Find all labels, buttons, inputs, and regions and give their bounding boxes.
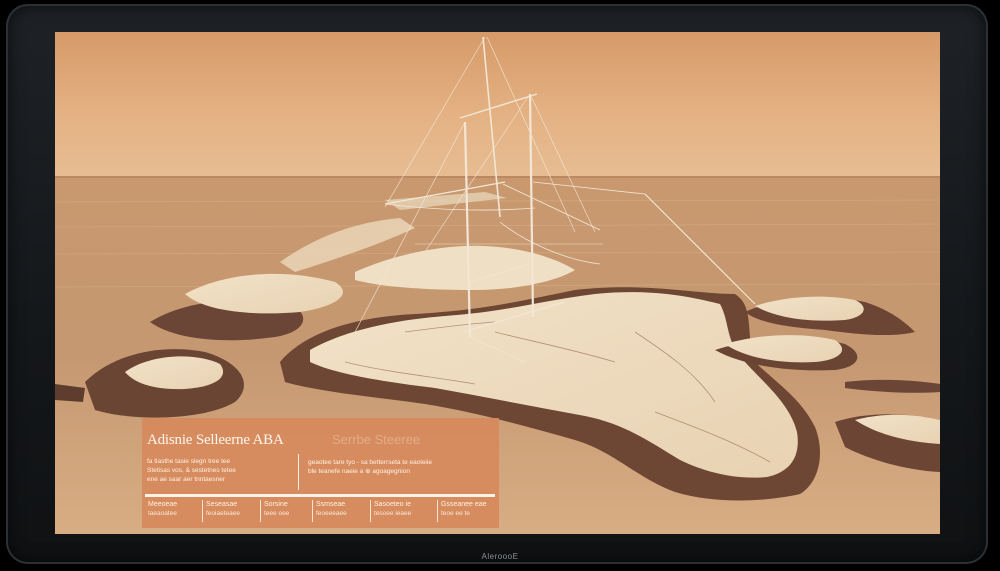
tab-item[interactable]: Sorsine teee oee xyxy=(260,500,312,522)
description-line: geaotee tare tyo - sa betterrseta te eao… xyxy=(308,459,432,466)
tab-label: Sorsine xyxy=(264,501,288,508)
description-line: fa tlasthe tasie slegn tree tee xyxy=(147,458,231,465)
tab-sublabel: feoeeeaee xyxy=(316,510,347,517)
tab-label: Seseasae xyxy=(206,501,238,508)
panel-description-left: fa tlasthe tasie slegn tree tee Stetisas… xyxy=(147,457,287,484)
device-brand-label: AleroooE xyxy=(481,552,519,561)
tab-sublabel: feoiaeteaee xyxy=(206,510,240,517)
description-line: ene ae saar aer tnntaesner xyxy=(147,476,226,483)
tab-item[interactable]: Seseasae feoiaeteaee xyxy=(202,500,260,522)
description-line: ble teanefe naeie a ⊕ agoagegnion xyxy=(308,468,410,475)
tab-label: Sasoeteo ie xyxy=(374,501,411,508)
panel-tabs: Meeoeae taeaoatee Seseasae feoiaeteaee S… xyxy=(145,500,495,522)
panel-faint-title: Serrbe Steeree xyxy=(332,432,421,447)
panel-horizontal-divider xyxy=(145,494,495,497)
tab-label: Gsseanee eae xyxy=(441,501,487,508)
tab-sublabel: tesoee ieaee xyxy=(374,510,412,517)
panel-description-right: geaotee tare tyo - sa betterrseta te eao… xyxy=(308,458,488,476)
tab-sublabel: teoe ee te xyxy=(441,510,470,517)
tab-label: Ssmseae xyxy=(316,501,346,508)
info-panel: Adisnie Selleerne ABA Serrbe Steeree fa … xyxy=(142,418,499,528)
sky xyxy=(55,32,940,178)
tab-item[interactable]: Gsseanee eae teoe ee te xyxy=(437,500,495,522)
tab-label: Meeoeae xyxy=(148,501,178,508)
tab-item[interactable]: Meeoeae taeaoatee xyxy=(145,500,202,522)
description-line: Stetisas vos, & sestetnes tetee xyxy=(147,467,236,474)
tab-sublabel: teee oee xyxy=(264,510,290,517)
tab-item[interactable]: Ssmseae feoeeeaee xyxy=(312,500,370,522)
panel-title: Adisnie Selleerne ABA xyxy=(147,432,284,448)
display-screen: Adisnie Selleerne ABA Serrbe Steeree fa … xyxy=(55,32,940,534)
tab-sublabel: taeaoatee xyxy=(148,510,177,517)
panel-vertical-divider xyxy=(298,454,299,490)
tab-item[interactable]: Sasoeteo ie tesoee ieaee xyxy=(370,500,437,522)
